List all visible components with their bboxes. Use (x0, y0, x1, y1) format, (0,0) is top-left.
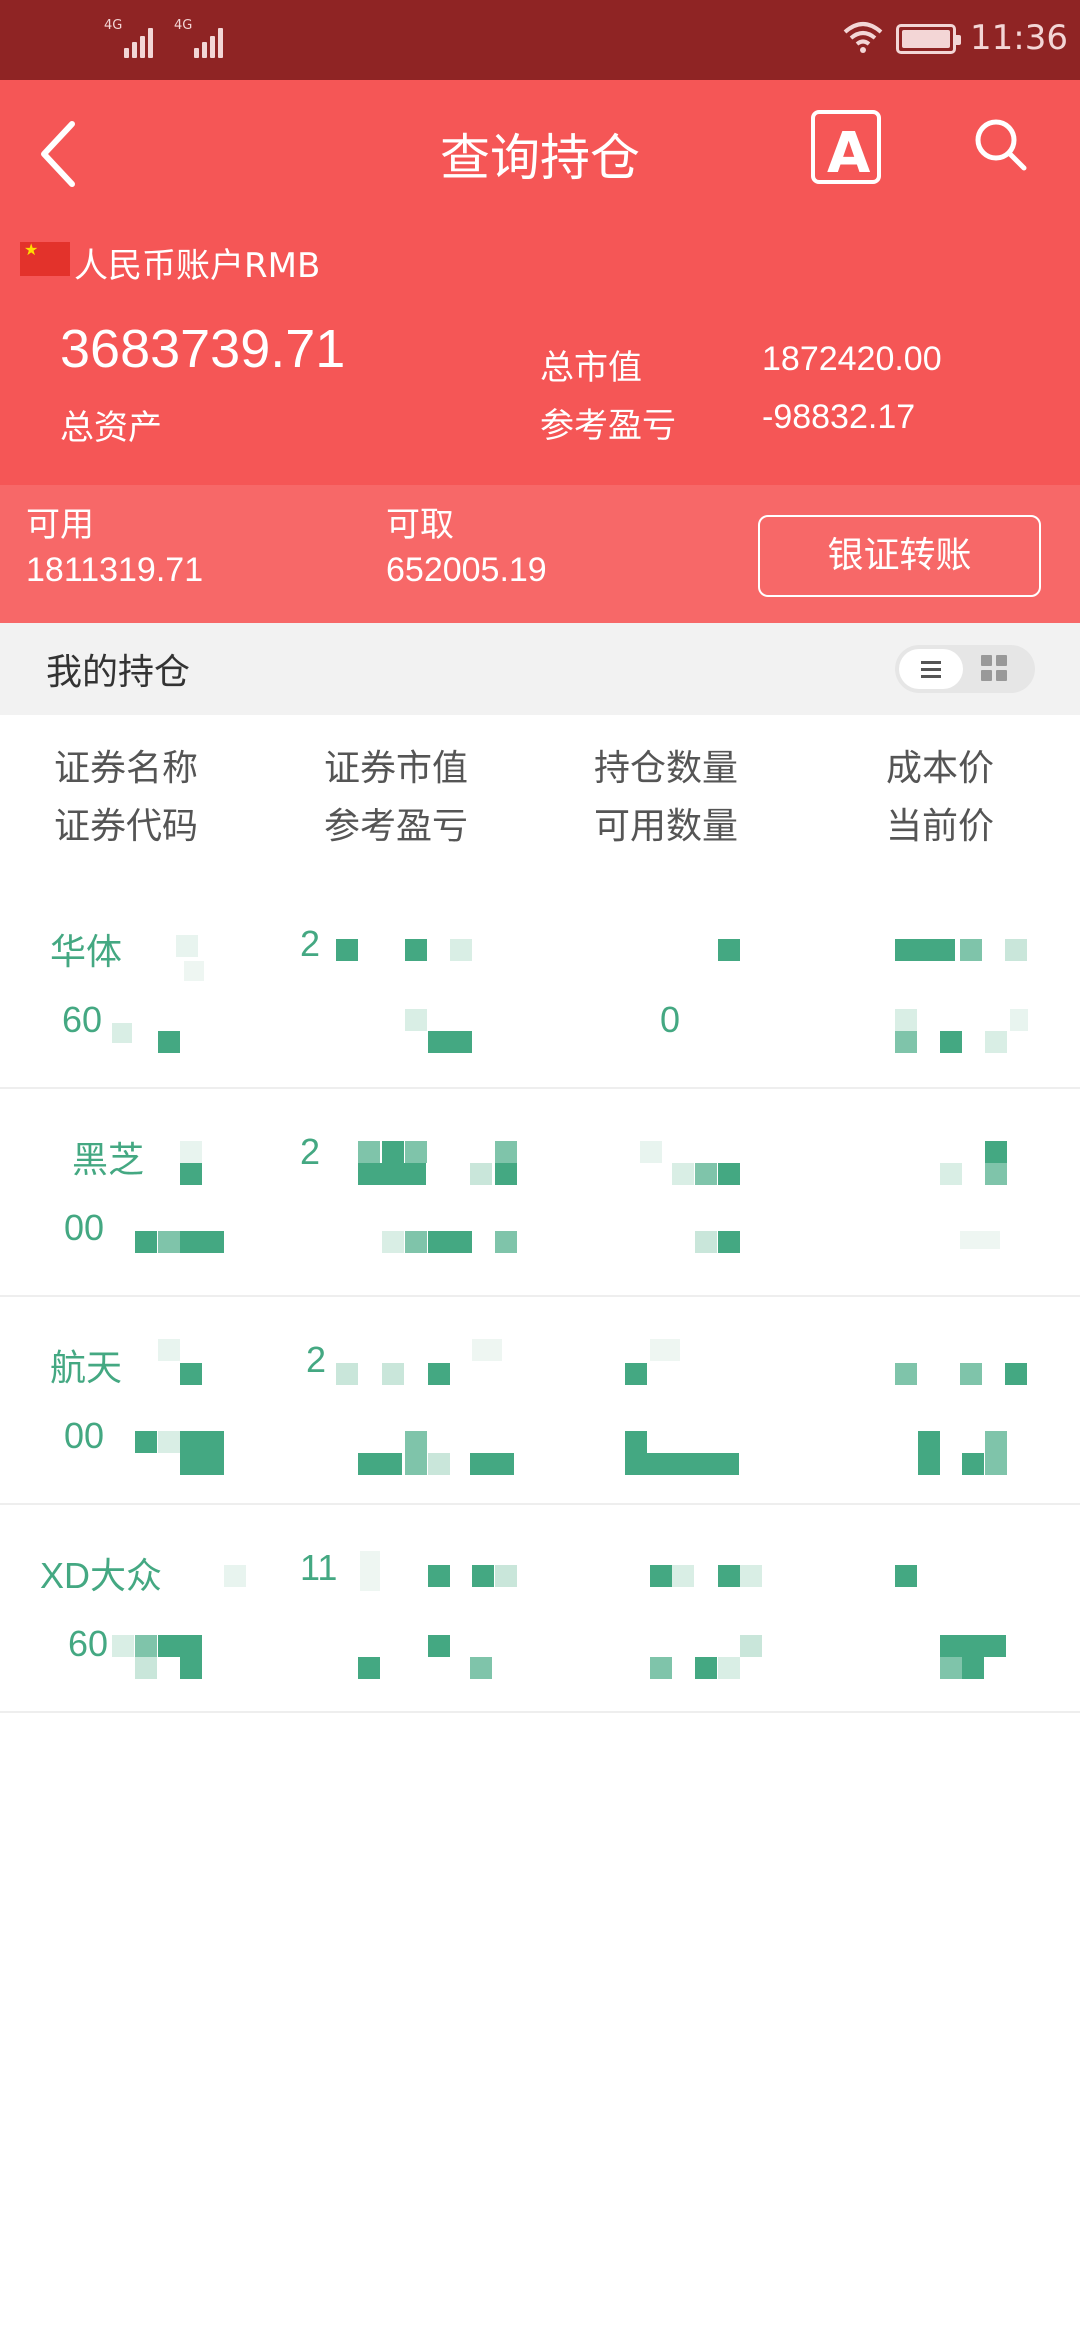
market-value-label: 总市值 (540, 348, 642, 388)
positions-section-header: 我的持仓 (0, 623, 1080, 715)
total-assets-value: 3683739.71 (60, 319, 346, 379)
table-row[interactable]: 航天 00 2 (0, 1299, 1080, 1505)
column-header: 证券市值 (324, 748, 469, 789)
withdrawable-label: 可取 (386, 505, 454, 545)
view-toggle[interactable] (895, 645, 1035, 693)
table-row[interactable]: 华体 60 2 0 (0, 883, 1080, 1089)
column-header: 持仓数量 (594, 748, 739, 789)
column-header: 可用数量 (594, 806, 739, 847)
pixelation-mosaic (135, 1141, 1007, 1253)
table-header: 证券名称 证券代码 证券市值 参考盈亏 持仓数量 可用数量 成本价 当前价 (0, 715, 1080, 855)
funds-summary: 可用 1811319.71 可取 652005.19 银证转账 (0, 485, 1080, 623)
column-header: 当前价 (886, 806, 995, 847)
network-type-label: 4G (174, 18, 193, 33)
bank-transfer-button[interactable]: 银证转账 (758, 515, 1041, 597)
wifi-icon (843, 22, 883, 53)
table-row[interactable]: 黑芝 00 2 (0, 1091, 1080, 1297)
total-assets-label: 总资产 (60, 408, 162, 448)
china-flag-icon: ★ (20, 242, 70, 276)
account-header: 查询持仓 A ★ 人民币账户RMB 3683739.71 总资产 总市值 187… (0, 80, 1080, 485)
pixelation-mosaic (135, 1339, 1027, 1475)
back-button[interactable] (32, 110, 92, 200)
withdrawable-value: 652005.19 (386, 551, 547, 589)
market-value: 1872420.00 (762, 340, 942, 378)
available-label: 可用 (26, 505, 94, 545)
available-value: 1811319.71 (26, 551, 204, 589)
font-size-button[interactable]: A (811, 110, 881, 184)
status-bar: 4G 4G 11:36 (0, 0, 1080, 80)
profit-loss-label: 参考盈亏 (540, 406, 676, 446)
font-size-icon: A (827, 121, 871, 186)
grid-view-icon[interactable] (981, 655, 1011, 685)
pixelation-mosaic (112, 1551, 1006, 1679)
pixelation-mosaic (112, 935, 1028, 1053)
column-header: 成本价 (886, 748, 995, 789)
list-view-icon[interactable] (899, 649, 963, 689)
network-type-label: 4G (104, 18, 123, 33)
account-label: 人民币账户RMB (74, 246, 321, 286)
battery-icon (896, 24, 961, 54)
positions-title: 我的持仓 (46, 652, 191, 693)
column-header: 证券代码 (54, 806, 199, 847)
page-title: 查询持仓 (440, 129, 640, 187)
clock: 11:36 (970, 18, 1068, 58)
column-header: 参考盈亏 (324, 806, 469, 847)
search-icon[interactable] (970, 114, 1030, 174)
table-row[interactable]: XD大众 60 11 (0, 1507, 1080, 1713)
profit-loss-value: -98832.17 (762, 398, 916, 436)
column-header: 证券名称 (54, 748, 199, 789)
